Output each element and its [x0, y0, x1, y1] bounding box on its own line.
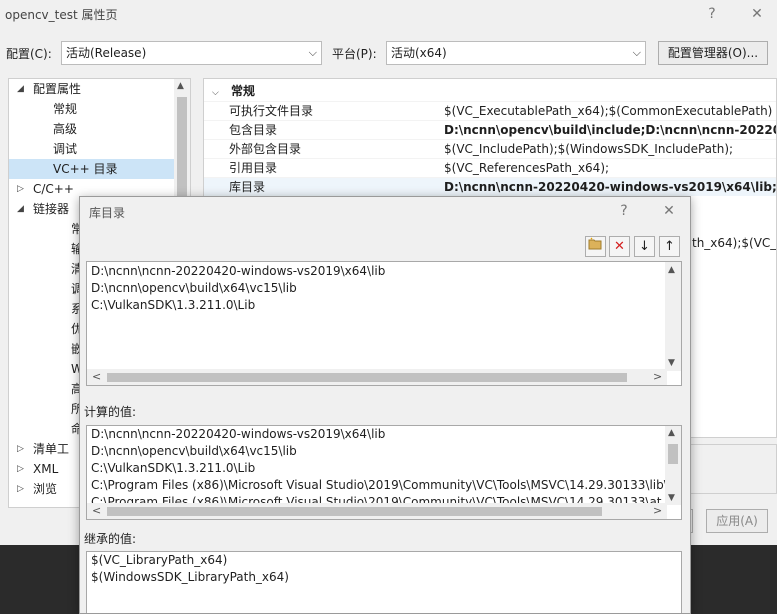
- property-name: 库目录: [229, 180, 266, 194]
- tree-item[interactable]: 常规: [9, 99, 175, 119]
- tree-item-label: C/C++: [33, 182, 74, 196]
- property-name: 引用目录: [229, 161, 278, 175]
- computed-value: D:\ncnn\opencv\build\x64\vc15\lib: [91, 444, 297, 458]
- scroll-down-icon[interactable]: ▼: [668, 358, 675, 368]
- chevron-down-icon: ⌵: [632, 46, 641, 59]
- property-value: D:\ncnn\opencv\build\include;D:\ncnn\ncn…: [444, 123, 777, 137]
- property-row[interactable]: 外部包含目录 $(VC_IncludePath);$(WindowsSDK_Inc…: [204, 139, 776, 158]
- computed-values-list: D:\ncnn\ncnn-20220420-windows-vs2019\x64…: [86, 425, 682, 520]
- list-hscroll[interactable]: < >: [87, 369, 667, 385]
- move-down-button[interactable]: ↓: [634, 236, 655, 257]
- property-value: $(VC_IncludePath);$(WindowsSDK_IncludePa…: [444, 142, 734, 156]
- tree-item-label: 高级: [53, 122, 78, 136]
- directory-entry[interactable]: D:\ncnn\ncnn-20220420-windows-vs2019\x64…: [91, 263, 385, 280]
- new-line-button[interactable]: [585, 236, 606, 257]
- dialog-title: 库目录: [89, 206, 126, 220]
- tree-item-label: 链接器: [33, 202, 70, 216]
- computed-vscroll[interactable]: ▲ ▼: [665, 426, 681, 505]
- scroll-right-icon[interactable]: >: [653, 503, 662, 519]
- tree-item[interactable]: VC++ 目录: [9, 159, 175, 179]
- tree-item-label: 清单工: [33, 442, 70, 456]
- tree-item-label: 调试: [53, 142, 78, 156]
- scroll-left-icon[interactable]: <: [92, 369, 101, 385]
- library-directories-dialog: 库目录 ? ✕ ✕ ↓ ↑ D:\ncnn\ncnn-20220420-wind…: [79, 196, 691, 614]
- collapsed-caret-icon[interactable]: ▷: [17, 179, 24, 199]
- tree-item-label: 配置属性: [33, 82, 82, 96]
- computed-hscroll[interactable]: < >: [87, 503, 667, 519]
- folder-new-icon: [588, 237, 602, 250]
- directory-entry[interactable]: D:\ncnn\opencv\build\x64\vc15\lib: [91, 280, 297, 297]
- delete-icon: ✕: [614, 239, 625, 254]
- scroll-thumb[interactable]: [107, 373, 627, 382]
- directory-entry[interactable]: C:\VulkanSDK\1.3.211.0\Lib: [91, 297, 255, 314]
- property-row[interactable]: 可执行文件目录 $(VC_ExecutablePath_x64);$(Common…: [204, 101, 776, 120]
- grid-category-label: 常规: [231, 84, 256, 98]
- inherited-value: $(VC_LibraryPath_x64): [91, 553, 228, 567]
- grid-value-peek: th_x64);$(VC_: [692, 236, 777, 250]
- collapsed-caret-icon[interactable]: ▷: [17, 459, 24, 479]
- scroll-right-icon[interactable]: >: [653, 369, 662, 385]
- property-name: 包含目录: [229, 123, 278, 137]
- property-row[interactable]: 引用目录 $(VC_ReferencesPath_x64);: [204, 158, 776, 177]
- directory-list[interactable]: D:\ncnn\ncnn-20220420-windows-vs2019\x64…: [86, 261, 682, 386]
- arrow-up-icon: ↑: [664, 239, 675, 254]
- dialog-help-button[interactable]: ?: [612, 200, 636, 222]
- expanded-caret-icon[interactable]: ◢: [17, 79, 24, 99]
- list-vscroll[interactable]: ▲ ▼: [665, 262, 681, 371]
- computed-value: C:\Program Files (x86)\Microsoft Visual …: [91, 478, 675, 492]
- property-name: 外部包含目录: [229, 142, 302, 156]
- delete-line-button[interactable]: ✕: [609, 236, 630, 257]
- window-title: opencv_test 属性页: [5, 8, 118, 22]
- grid-category[interactable]: ⌵ 常规: [212, 82, 255, 101]
- computed-value: D:\ncnn\ncnn-20220420-windows-vs2019\x64…: [91, 427, 386, 441]
- inherited-values-list: $(VC_LibraryPath_x64) $(WindowsSDK_Librar…: [86, 551, 682, 613]
- apply-button[interactable]: 应用(A): [706, 509, 768, 533]
- computed-label: 计算的值:: [84, 405, 137, 419]
- collapsed-caret-icon[interactable]: ▷: [17, 479, 24, 499]
- chevron-down-icon: ⌵: [308, 46, 317, 59]
- tree-item-label: XML: [33, 462, 59, 476]
- platform-label: 平台(P):: [332, 47, 377, 61]
- property-row[interactable]: 库目录 D:\ncnn\ncnn-20220420-windows-vs2019\…: [204, 177, 777, 196]
- platform-value: 活动(x64): [391, 46, 447, 60]
- title-bar: opencv_test 属性页 ? ✕: [0, 0, 777, 30]
- scroll-up-icon[interactable]: ▲: [668, 428, 675, 438]
- inherited-label: 继承的值:: [84, 532, 137, 546]
- scroll-thumb[interactable]: [107, 507, 602, 516]
- scroll-up-icon[interactable]: ▲: [177, 81, 184, 91]
- tree-item[interactable]: ◢ 配置属性: [9, 79, 175, 99]
- computed-value: C:\VulkanSDK\1.3.211.0\Lib: [91, 461, 256, 475]
- property-row[interactable]: 包含目录 D:\ncnn\opencv\build\include;D:\ncnn…: [204, 120, 777, 139]
- tree-item[interactable]: 高级: [9, 119, 175, 139]
- tree-item-label: 常规: [53, 102, 78, 116]
- move-up-button[interactable]: ↑: [659, 236, 680, 257]
- expanded-caret-icon[interactable]: ◢: [17, 199, 24, 219]
- chevron-down-icon: ⌵: [212, 88, 219, 98]
- tree-item[interactable]: 调试: [9, 139, 175, 159]
- arrow-down-icon: ↓: [639, 239, 650, 254]
- collapsed-caret-icon[interactable]: ▷: [17, 439, 24, 459]
- config-value: 活动(Release): [66, 46, 147, 60]
- property-name: 可执行文件目录: [229, 104, 314, 118]
- scroll-down-icon[interactable]: ▼: [668, 493, 675, 503]
- scroll-thumb[interactable]: [668, 444, 678, 464]
- tree-item-label: VC++ 目录: [53, 162, 118, 176]
- config-select[interactable]: 活动(Release) ⌵: [61, 41, 322, 65]
- platform-select[interactable]: 活动(x64) ⌵: [386, 41, 646, 65]
- close-button[interactable]: ✕: [745, 3, 769, 25]
- tree-item-label: 浏览: [33, 482, 58, 496]
- dialog-close-button[interactable]: ✕: [657, 200, 681, 222]
- property-value: $(VC_ExecutablePath_x64);$(CommonExecuta…: [444, 104, 773, 118]
- config-label: 配置(C):: [6, 47, 52, 61]
- property-value: D:\ncnn\ncnn-20220420-windows-vs2019\x64…: [444, 180, 777, 194]
- inherited-value: $(WindowsSDK_LibraryPath_x64): [91, 570, 289, 584]
- help-button[interactable]: ?: [700, 3, 724, 25]
- property-value: $(VC_ReferencesPath_x64);: [444, 161, 610, 175]
- scroll-left-icon[interactable]: <: [92, 503, 101, 519]
- scroll-up-icon[interactable]: ▲: [668, 265, 675, 275]
- config-manager-button[interactable]: 配置管理器(O)...: [658, 41, 768, 65]
